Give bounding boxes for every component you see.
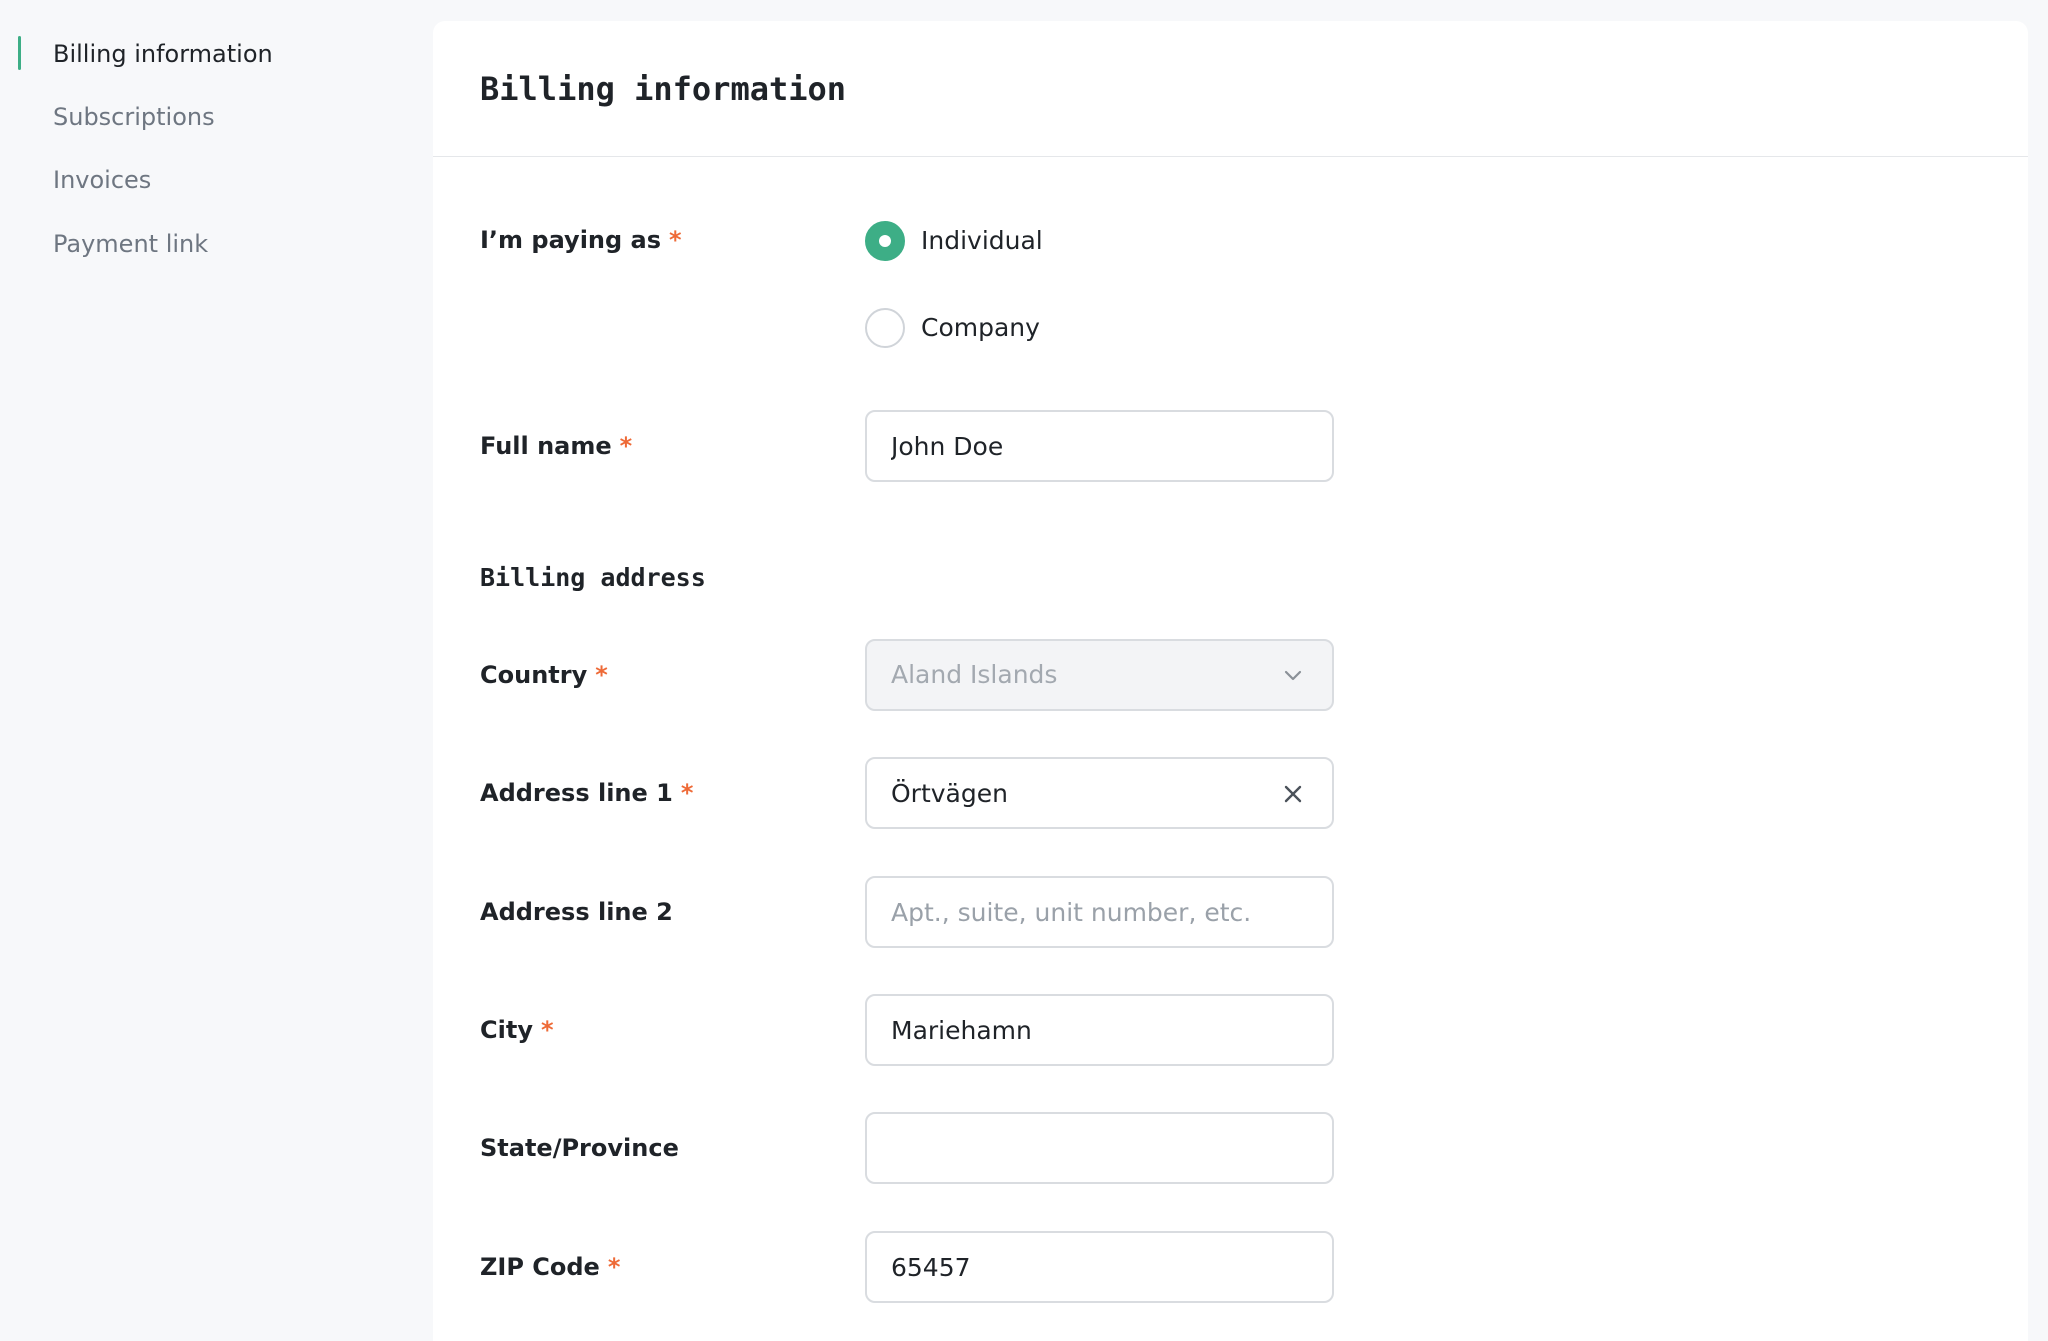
country-selected-value: Aland Islands: [891, 660, 1058, 689]
billing-address-title: Billing address: [480, 563, 706, 592]
panel-header: Billing information: [433, 21, 2028, 157]
city-field[interactable]: [865, 994, 1334, 1066]
address-line-1-input[interactable]: [867, 759, 1332, 827]
sidebar: Billing information Subscriptions Invoic…: [0, 0, 432, 1341]
paying-as-label: I’m paying as *: [480, 223, 682, 257]
city-input[interactable]: [867, 996, 1332, 1064]
paying-as-label-text: I’m paying as: [480, 226, 662, 254]
zip-field[interactable]: [865, 1231, 1334, 1303]
close-icon[interactable]: [1280, 781, 1306, 807]
city-label-text: City: [480, 1016, 533, 1044]
address-line-2-label: Address line 2: [480, 895, 673, 929]
sidebar-item-invoices[interactable]: Invoices: [53, 160, 151, 200]
radio-company-label: Company: [921, 313, 1040, 342]
required-marker: *: [619, 432, 633, 460]
address-line-2-input[interactable]: [867, 878, 1332, 946]
zip-input[interactable]: [867, 1233, 1332, 1301]
city-label: City *: [480, 1013, 554, 1047]
state-label-text: State/Province: [480, 1134, 679, 1162]
full-name-field[interactable]: [865, 410, 1334, 482]
sidebar-item-billing-information[interactable]: Billing information: [53, 34, 273, 74]
address-line-1-label-text: Address line 1: [480, 779, 673, 807]
sidebar-item-payment-link[interactable]: Payment link: [53, 224, 208, 264]
full-name-label-text: Full name: [480, 432, 612, 460]
required-marker: *: [595, 661, 608, 689]
country-label-text: Country: [480, 661, 588, 689]
required-marker: *: [680, 779, 694, 807]
active-nav-indicator: [18, 36, 21, 70]
zip-label-text: ZIP Code: [480, 1253, 600, 1281]
zip-label: ZIP Code *: [480, 1250, 620, 1284]
sidebar-item-subscriptions[interactable]: Subscriptions: [53, 97, 215, 137]
state-field[interactable]: [865, 1112, 1334, 1184]
required-marker: *: [669, 226, 682, 254]
address-line-1-field[interactable]: [865, 757, 1334, 829]
address-line-2-label-text: Address line 2: [480, 898, 673, 926]
radio-individual-label: Individual: [921, 226, 1043, 255]
country-select[interactable]: Aland Islands: [865, 639, 1334, 711]
radio-company-control[interactable]: [865, 308, 905, 348]
page-title: Billing information: [480, 70, 847, 108]
address-line-1-label: Address line 1 *: [480, 776, 693, 810]
state-label: State/Province: [480, 1131, 679, 1165]
chevron-down-icon: [1284, 670, 1302, 681]
state-input[interactable]: [867, 1114, 1332, 1182]
required-marker: *: [607, 1253, 621, 1281]
full-name-input[interactable]: [867, 412, 1332, 480]
required-marker: *: [540, 1016, 554, 1044]
full-name-label: Full name *: [480, 429, 632, 463]
radio-individual-control[interactable]: [865, 221, 905, 261]
billing-panel: Billing information I’m paying as * Indiv…: [433, 21, 2028, 1341]
address-line-2-field[interactable]: [865, 876, 1334, 948]
country-label: Country *: [480, 658, 608, 692]
